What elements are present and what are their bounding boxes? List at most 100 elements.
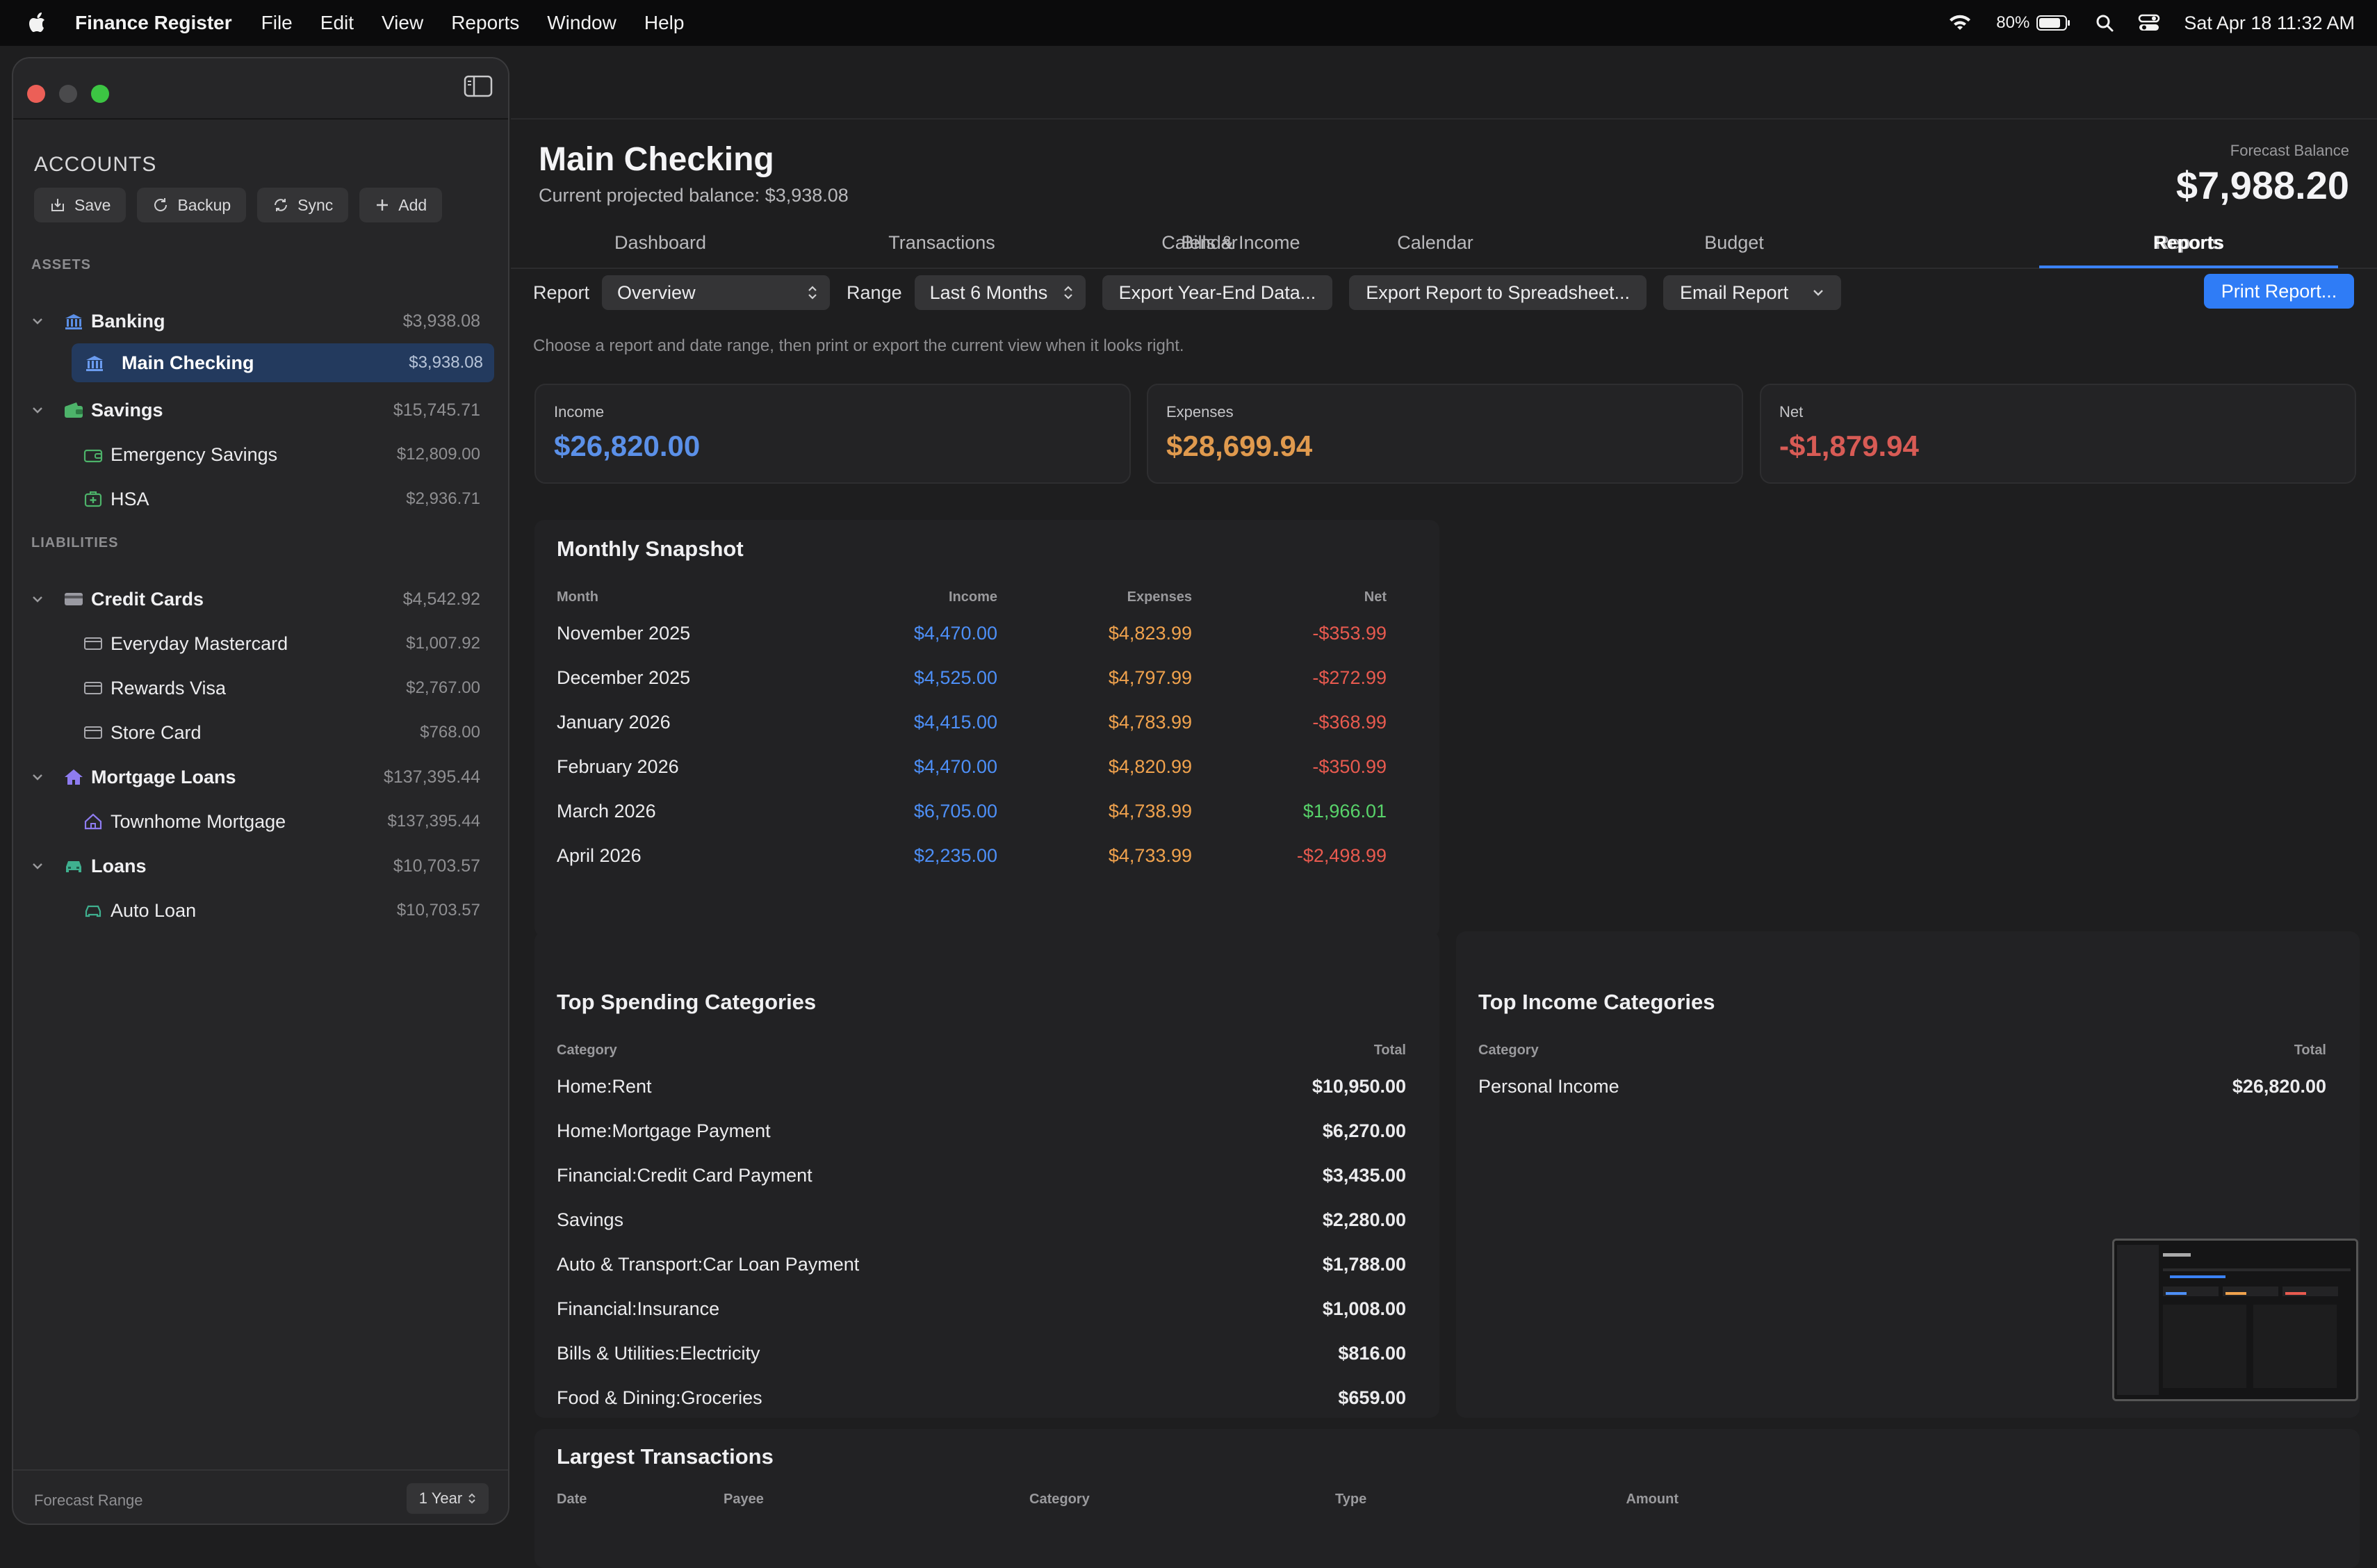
sidebar-item-credit-cards[interactable]: Credit Cards $4,542.92 <box>13 580 508 619</box>
range-select[interactable]: Last 6 Months <box>914 275 1086 310</box>
search-icon[interactable] <box>2095 13 2114 33</box>
menu-app-name[interactable]: Finance Register <box>75 12 232 34</box>
sidebar-item-emergency-savings[interactable]: Emergency Savings $12,809.00 <box>13 435 508 474</box>
export-spreadsheet-button[interactable]: Export Report to Spreadsheet... <box>1349 275 1647 310</box>
chevron-down-icon[interactable] <box>30 402 45 418</box>
backup-icon <box>154 198 168 211</box>
total-cell: $10,950.00 <box>1312 1076 1406 1097</box>
expenses-label: Expenses <box>1166 403 1234 420</box>
wallet-icon <box>83 449 103 463</box>
sidebar-item-hsa[interactable]: HSA $2,936.71 <box>13 480 508 518</box>
column-header-total: Total <box>2294 1043 2326 1058</box>
save-icon <box>51 199 64 211</box>
sidebar-item-loans[interactable]: Loans $10,703.57 <box>13 847 508 885</box>
income-cell: $6,705.00 <box>913 801 997 822</box>
medical-kit-icon <box>84 491 102 507</box>
menu-help[interactable]: Help <box>644 12 685 34</box>
add-account-button[interactable]: Add <box>359 188 443 222</box>
chevron-down-icon[interactable] <box>30 313 45 329</box>
apple-icon[interactable] <box>26 11 50 35</box>
sidebar-item-amount: $1,007.92 <box>406 634 480 653</box>
titlebar-divider <box>511 118 2377 120</box>
month-cell: February 2026 <box>557 756 679 777</box>
category-cell: Financial:Credit Card Payment <box>557 1165 812 1186</box>
sidebar-item-amount: $15,745.71 <box>393 400 480 420</box>
sidebar-item-amount: $137,395.44 <box>383 767 480 787</box>
window-zoom-button[interactable] <box>91 85 109 103</box>
month-cell: April 2026 <box>557 845 642 866</box>
sidebar-item-rewards-visa[interactable]: Rewards Visa $2,767.00 <box>13 669 508 708</box>
sidebar-item-mortgage-loans[interactable]: Mortgage Loans $137,395.44 <box>13 758 508 797</box>
sidebar-item-main-checking[interactable]: Main Checking $3,938.08 <box>72 343 494 382</box>
email-report-button[interactable]: Email Report <box>1663 275 1842 310</box>
sidebar-item-amount: $12,809.00 <box>396 445 480 464</box>
export-year-end-button[interactable]: Export Year-End Data... <box>1102 275 1333 310</box>
forecast-balance-value: $7,988.20 <box>2175 163 2349 207</box>
menu-clock[interactable]: Sat Apr 18 11:32 AM <box>2184 13 2355 34</box>
total-cell: $3,435.00 <box>1322 1165 1406 1186</box>
sidebar-item-savings[interactable]: Savings $15,745.71 <box>13 391 508 430</box>
menu-reports[interactable]: Reports <box>451 12 519 34</box>
column-header-month: Month <box>557 589 598 605</box>
chevron-down-icon[interactable] <box>30 858 45 874</box>
wifi-icon[interactable] <box>1947 13 1972 33</box>
screenshot-thumbnail[interactable] <box>2112 1239 2358 1401</box>
net-cell: -$2,498.99 <box>1296 845 1387 866</box>
sidebar-item-everyday-mastercard[interactable]: Everyday Mastercard $1,007.92 <box>13 624 508 663</box>
battery-status[interactable]: 80% <box>1996 13 2071 33</box>
control-center-icon[interactable] <box>2138 13 2160 33</box>
menu-file[interactable]: File <box>261 12 293 34</box>
category-cell: Food & Dining:Groceries <box>557 1387 762 1408</box>
projected-balance-subtitle: Current projected balance: $3,938.08 <box>539 185 849 206</box>
chevron-down-icon[interactable] <box>1812 288 1824 297</box>
menu-window[interactable]: Window <box>547 12 616 34</box>
window-minimize-button[interactable] <box>59 85 77 103</box>
income-value: $26,820.00 <box>554 430 701 462</box>
category-cell: Financial:Insurance <box>557 1298 720 1319</box>
backup-button[interactable]: Backup <box>137 188 247 222</box>
net-summary-card: Net -$1,879.94 <box>1760 384 2356 484</box>
chevron-down-icon[interactable] <box>30 769 45 785</box>
column-header-expenses: Expenses <box>1127 589 1192 605</box>
month-cell: March 2026 <box>557 801 656 822</box>
forecast-range-label: Forecast Range <box>34 1492 143 1509</box>
range-select-value: Last 6 Months <box>929 281 1048 303</box>
battery-icon <box>2036 15 2070 31</box>
print-report-button[interactable]: Print Report... <box>2204 274 2354 309</box>
menu-view[interactable]: View <box>382 12 423 34</box>
column-header-date: Date <box>557 1492 587 1507</box>
sidebar-item-auto-loan[interactable]: Auto Loan $10,703.57 <box>13 891 508 930</box>
menu-edit[interactable]: Edit <box>320 12 354 34</box>
total-cell: $816.00 <box>1338 1343 1406 1364</box>
total-cell: $659.00 <box>1338 1387 1406 1408</box>
sidebar-item-amount: $3,938.08 <box>409 353 483 372</box>
report-select[interactable]: Overview <box>602 275 831 310</box>
sidebar-toolbar: Save Backup Sync Add <box>34 188 443 222</box>
net-value: -$1,879.94 <box>1779 430 1919 462</box>
income-cell: $4,525.00 <box>913 667 997 688</box>
forecast-range-select[interactable]: 1 Year <box>407 1483 489 1514</box>
credit-card-icon <box>84 637 102 650</box>
main-content: Main Checking Current projected balance:… <box>511 46 2377 1568</box>
tab-budget[interactable]: Budget <box>1585 220 1884 266</box>
save-button[interactable]: Save <box>34 188 126 222</box>
chevron-down-icon[interactable] <box>30 591 45 607</box>
sidebar-toggle-icon[interactable] <box>464 74 493 99</box>
sidebar-item-amount: $2,767.00 <box>406 678 480 697</box>
largest-transactions-panel: Largest Transactions Date Payee Category… <box>534 1429 2360 1568</box>
sidebar-item-store-card[interactable]: Store Card $768.00 <box>13 713 508 752</box>
sidebar-item-banking[interactable]: Banking $3,938.08 <box>13 302 508 341</box>
screenshot-preview-image <box>2114 1241 2356 1399</box>
tab-reports-active[interactable]: Reports <box>2039 220 2338 266</box>
report-controls: Report Overview Range Last 6 Months Expo… <box>533 274 1842 311</box>
column-header-type: Type <box>1335 1492 1367 1507</box>
sidebar-item-label: Credit Cards <box>91 588 204 610</box>
sync-button[interactable]: Sync <box>257 188 349 222</box>
top-spending-panel: Top Spending Categories Category Total H… <box>534 931 1439 1418</box>
sidebar-item-amount: $4,542.92 <box>402 589 480 609</box>
sidebar-item-townhome-mortgage[interactable]: Townhome Mortgage $137,395.44 <box>13 802 508 841</box>
tab-calendar-label[interactable]: Calendar <box>1286 220 1585 266</box>
sidebar-item-amount: $2,936.71 <box>406 489 480 508</box>
window-close-button[interactable] <box>27 85 45 103</box>
sidebar-item-amount: $137,395.44 <box>387 812 480 831</box>
